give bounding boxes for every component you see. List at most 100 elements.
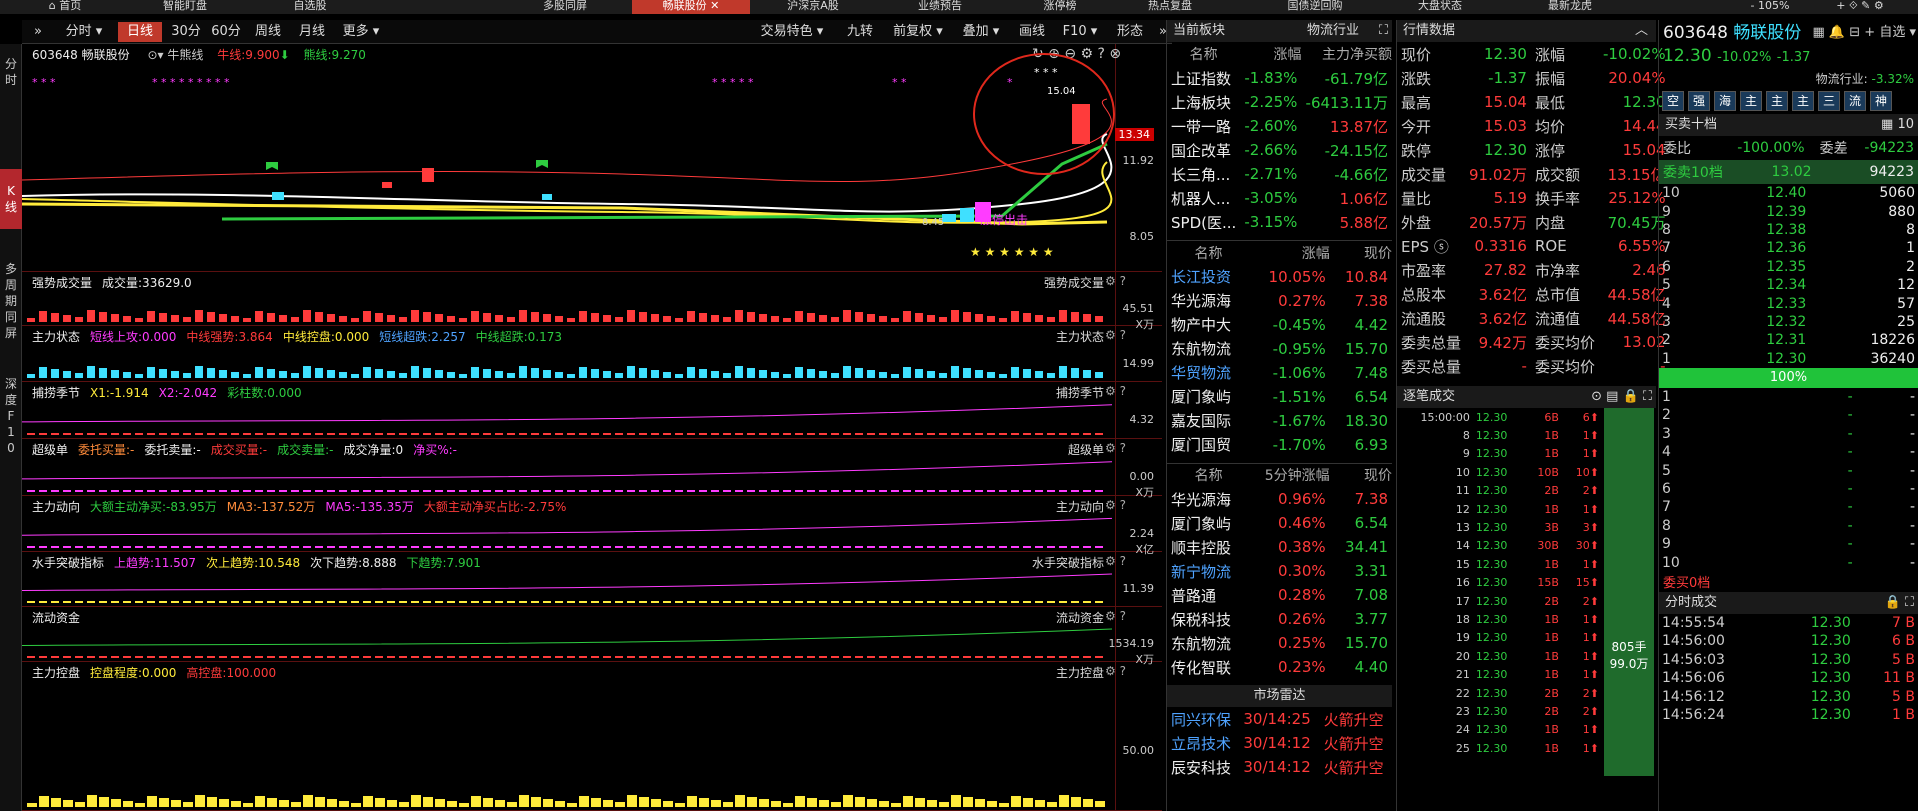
indicator-panel[interactable]: 水手突破指标 上趋势:11.507 次上趋势:10.548 次下趋势:8.888 下趋势…: [22, 552, 1162, 607]
table-row[interactable]: 厦门国贸 -1.70% 6.93: [1167, 433, 1392, 457]
tab-earnings[interactable]: 业绩预告: [900, 0, 980, 14]
period-monthly[interactable]: 月线: [292, 22, 332, 42]
btn-pattern[interactable]: 形态: [1110, 22, 1150, 42]
btn-f10[interactable]: F10 ▾: [1058, 22, 1102, 42]
stock-tag[interactable]: 主: [1766, 91, 1788, 111]
orderbook-row[interactable]: 5--: [1659, 461, 1918, 479]
sector-sub[interactable]: 物流行业: [1307, 20, 1359, 42]
stock-tag[interactable]: 强: [1688, 91, 1710, 111]
indicator-panel[interactable]: 强势成交量 成交量:33629.0 强势成交量 ⚙ ? 45.51 X万: [22, 272, 1162, 331]
stock-tag[interactable]: 主: [1792, 91, 1814, 111]
period-30min[interactable]: 30分: [168, 22, 204, 42]
orderbook-row[interactable]: 3 12.32 25: [1659, 313, 1918, 331]
period-more[interactable]: 更多 ▾: [336, 22, 386, 42]
orderbook-row[interactable]: 4--: [1659, 443, 1918, 461]
btn-adjust[interactable]: 前复权 ▾: [888, 22, 948, 42]
stock-tag[interactable]: 神: [1870, 91, 1892, 111]
timesales-icons[interactable]: 🔒 ⛶: [1885, 592, 1914, 614]
close-icon[interactable]: ✕: [710, 0, 719, 12]
orderbook-row[interactable]: 8--: [1659, 517, 1918, 535]
table-row[interactable]: 普路通 0.28% 7.08: [1167, 583, 1392, 607]
table-row[interactable]: SPD(医... -3.15% 5.88亿: [1167, 210, 1392, 234]
expand-icon[interactable]: ⛶: [1379, 20, 1388, 42]
tab-a-shares[interactable]: 沪深京A股: [768, 0, 858, 14]
table-row[interactable]: 东航物流 0.25% 15.70: [1167, 631, 1392, 655]
table-row[interactable]: 国企改革 -2.66% -24.15亿: [1167, 138, 1392, 162]
orderbook-row[interactable]: 8 12.38 8: [1659, 221, 1918, 239]
table-row[interactable]: 华贸物流 -1.06% 7.48: [1167, 361, 1392, 385]
orderbook-row[interactable]: 1--: [1659, 388, 1918, 406]
stock-tag[interactable]: 三: [1818, 91, 1840, 111]
indicator-panel[interactable]: 主力控盘 控盘程度:0.000 高控盘:100.000 主力控盘 ⚙ ? 50.00: [22, 662, 1162, 811]
industry-line[interactable]: 物流行业: -3.32%: [1659, 70, 1918, 88]
tab-watchlist[interactable]: 自选股: [270, 0, 350, 14]
table-row[interactable]: 辰安科技 30/14:12 火箭升空: [1167, 755, 1392, 779]
vtab-multi-period[interactable]: 多周期同屏: [0, 259, 22, 343]
table-row[interactable]: 东航物流 -0.95% 15.70: [1167, 337, 1392, 361]
table-row[interactable]: 嘉友国际 -1.67% 18.30: [1167, 409, 1392, 433]
btn-overlay[interactable]: 叠加 ▾: [956, 22, 1006, 42]
orderbook-row[interactable]: 1 12.30 36240: [1659, 350, 1918, 368]
orderbook-row[interactable]: 3--: [1659, 425, 1918, 443]
table-row[interactable]: 一带一路 -2.60% 13.87亿: [1167, 114, 1392, 138]
tab-limit-up[interactable]: 涨停榜: [1020, 0, 1100, 14]
tab-current-stock[interactable]: 畅联股份 ✕: [632, 0, 750, 14]
orderbook-row[interactable]: 2 12.31 18226: [1659, 331, 1918, 349]
chevron-up-icon[interactable]: ︿: [1635, 20, 1648, 42]
period-daily[interactable]: 日线: [118, 22, 162, 42]
indicator-panel[interactable]: 主力动向 大额主动净买:-83.95万 MA3:-137.52万 MA5:-135.3…: [22, 496, 1162, 556]
orderbook-row[interactable]: 4 12.33 57: [1659, 294, 1918, 312]
window-controls[interactable]: + ⟐ ✎ ⚙: [1810, 0, 1910, 14]
indicator-panel[interactable]: 捕捞季节 X1:-1.914 X2:-2.042 彩柱数:0.000 捕捞季节 ⚙ ? 4.…: [22, 382, 1162, 439]
chevron-right-icon[interactable]: »: [28, 22, 48, 42]
vtab-kline[interactable]: K线: [0, 169, 22, 229]
orderbook-row[interactable]: 6--: [1659, 480, 1918, 498]
table-row[interactable]: 上海板块 -2.25% -6413.11万: [1167, 90, 1392, 114]
table-row[interactable]: 新宁物流 0.30% 3.31: [1167, 559, 1392, 583]
period-60min[interactable]: 60分: [208, 22, 244, 42]
vtab-timeshare[interactable]: 分时: [0, 54, 22, 90]
orderbook-row[interactable]: 10 12.40 5060: [1659, 184, 1918, 202]
btn-trade-features[interactable]: 交易特色 ▾: [752, 22, 832, 42]
kline-canvas[interactable]: * * * * * * * * * * * * * * * * * * * * * *…: [22, 44, 1115, 272]
orderbook-row[interactable]: 7 12.36 1: [1659, 239, 1918, 257]
table-row[interactable]: 传化智联 0.23% 4.40: [1167, 655, 1392, 679]
btn-draw[interactable]: 画线: [1014, 22, 1050, 42]
stock-tag[interactable]: 海: [1714, 91, 1736, 111]
table-row[interactable]: 长三角... -2.71% -4.66亿: [1167, 162, 1392, 186]
orderbook-num[interactable]: ▦ 10: [1881, 114, 1914, 136]
period-timeshare[interactable]: 分时 ▾: [54, 22, 114, 42]
indicator-panel[interactable]: 超级单 委托买量:- 委托卖量:- 成交买量:- 成交卖量:- 成交净量:0 净买%:- 超级…: [22, 439, 1162, 499]
tab-home[interactable]: ⌂ 首页: [30, 0, 100, 14]
orderbook-row[interactable]: 9--: [1659, 535, 1918, 553]
orderbook-row[interactable]: 5 12.34 12: [1659, 276, 1918, 294]
orderbook-row[interactable]: 2--: [1659, 406, 1918, 424]
table-row[interactable]: 厦门象屿 0.46% 6.54: [1167, 511, 1392, 535]
table-row[interactable]: 长江投资 10.05% 10.84: [1167, 265, 1392, 289]
table-row[interactable]: 顺丰控股 0.38% 34.41: [1167, 535, 1392, 559]
vtab-f10[interactable]: 深度F10: [0, 374, 22, 458]
table-row[interactable]: 上证指数 -1.83% -61.79亿: [1167, 66, 1392, 90]
tab-smart-watch[interactable]: 智能盯盘: [140, 0, 230, 14]
table-row[interactable]: 同兴环保 30/14:25 火箭升空: [1167, 707, 1392, 731]
stock-tag[interactable]: 流: [1844, 91, 1866, 111]
indicator-panel[interactable]: 流动资金 流动资金 ⚙ ? 1534.19 X万: [22, 607, 1162, 666]
watch-button[interactable]: ▦ 🔔 ⊟ + 自选 ▾: [1813, 20, 1916, 46]
table-row[interactable]: 保税科技 0.26% 3.77: [1167, 607, 1392, 631]
tab-hot-review[interactable]: 热点复盘: [1130, 0, 1210, 14]
tab-multi-stock[interactable]: 多股同屏: [520, 0, 610, 14]
table-row[interactable]: 厦门象屿 -1.51% 6.54: [1167, 385, 1392, 409]
btn-nine-turn[interactable]: 九转: [842, 22, 878, 42]
tab-market-status[interactable]: 大盘状态: [1400, 0, 1480, 14]
table-row[interactable]: 机器人... -3.05% 1.06亿: [1167, 186, 1392, 210]
table-row[interactable]: 华光源海 0.96% 7.38: [1167, 487, 1392, 511]
stock-tag[interactable]: 主: [1740, 91, 1762, 111]
table-row[interactable]: 立昂技术 30/14:12 火箭升空: [1167, 731, 1392, 755]
period-weekly[interactable]: 周线: [248, 22, 288, 42]
tab-repo[interactable]: 国债逆回购: [1270, 0, 1360, 14]
orderbook-row[interactable]: 9 12.39 880: [1659, 202, 1918, 220]
stock-tag[interactable]: 空: [1662, 91, 1684, 111]
orderbook-row[interactable]: 6 12.35 2: [1659, 258, 1918, 276]
table-row[interactable]: 物产中大 -0.45% 4.42: [1167, 313, 1392, 337]
table-row[interactable]: 华光源海 0.27% 7.38: [1167, 289, 1392, 313]
